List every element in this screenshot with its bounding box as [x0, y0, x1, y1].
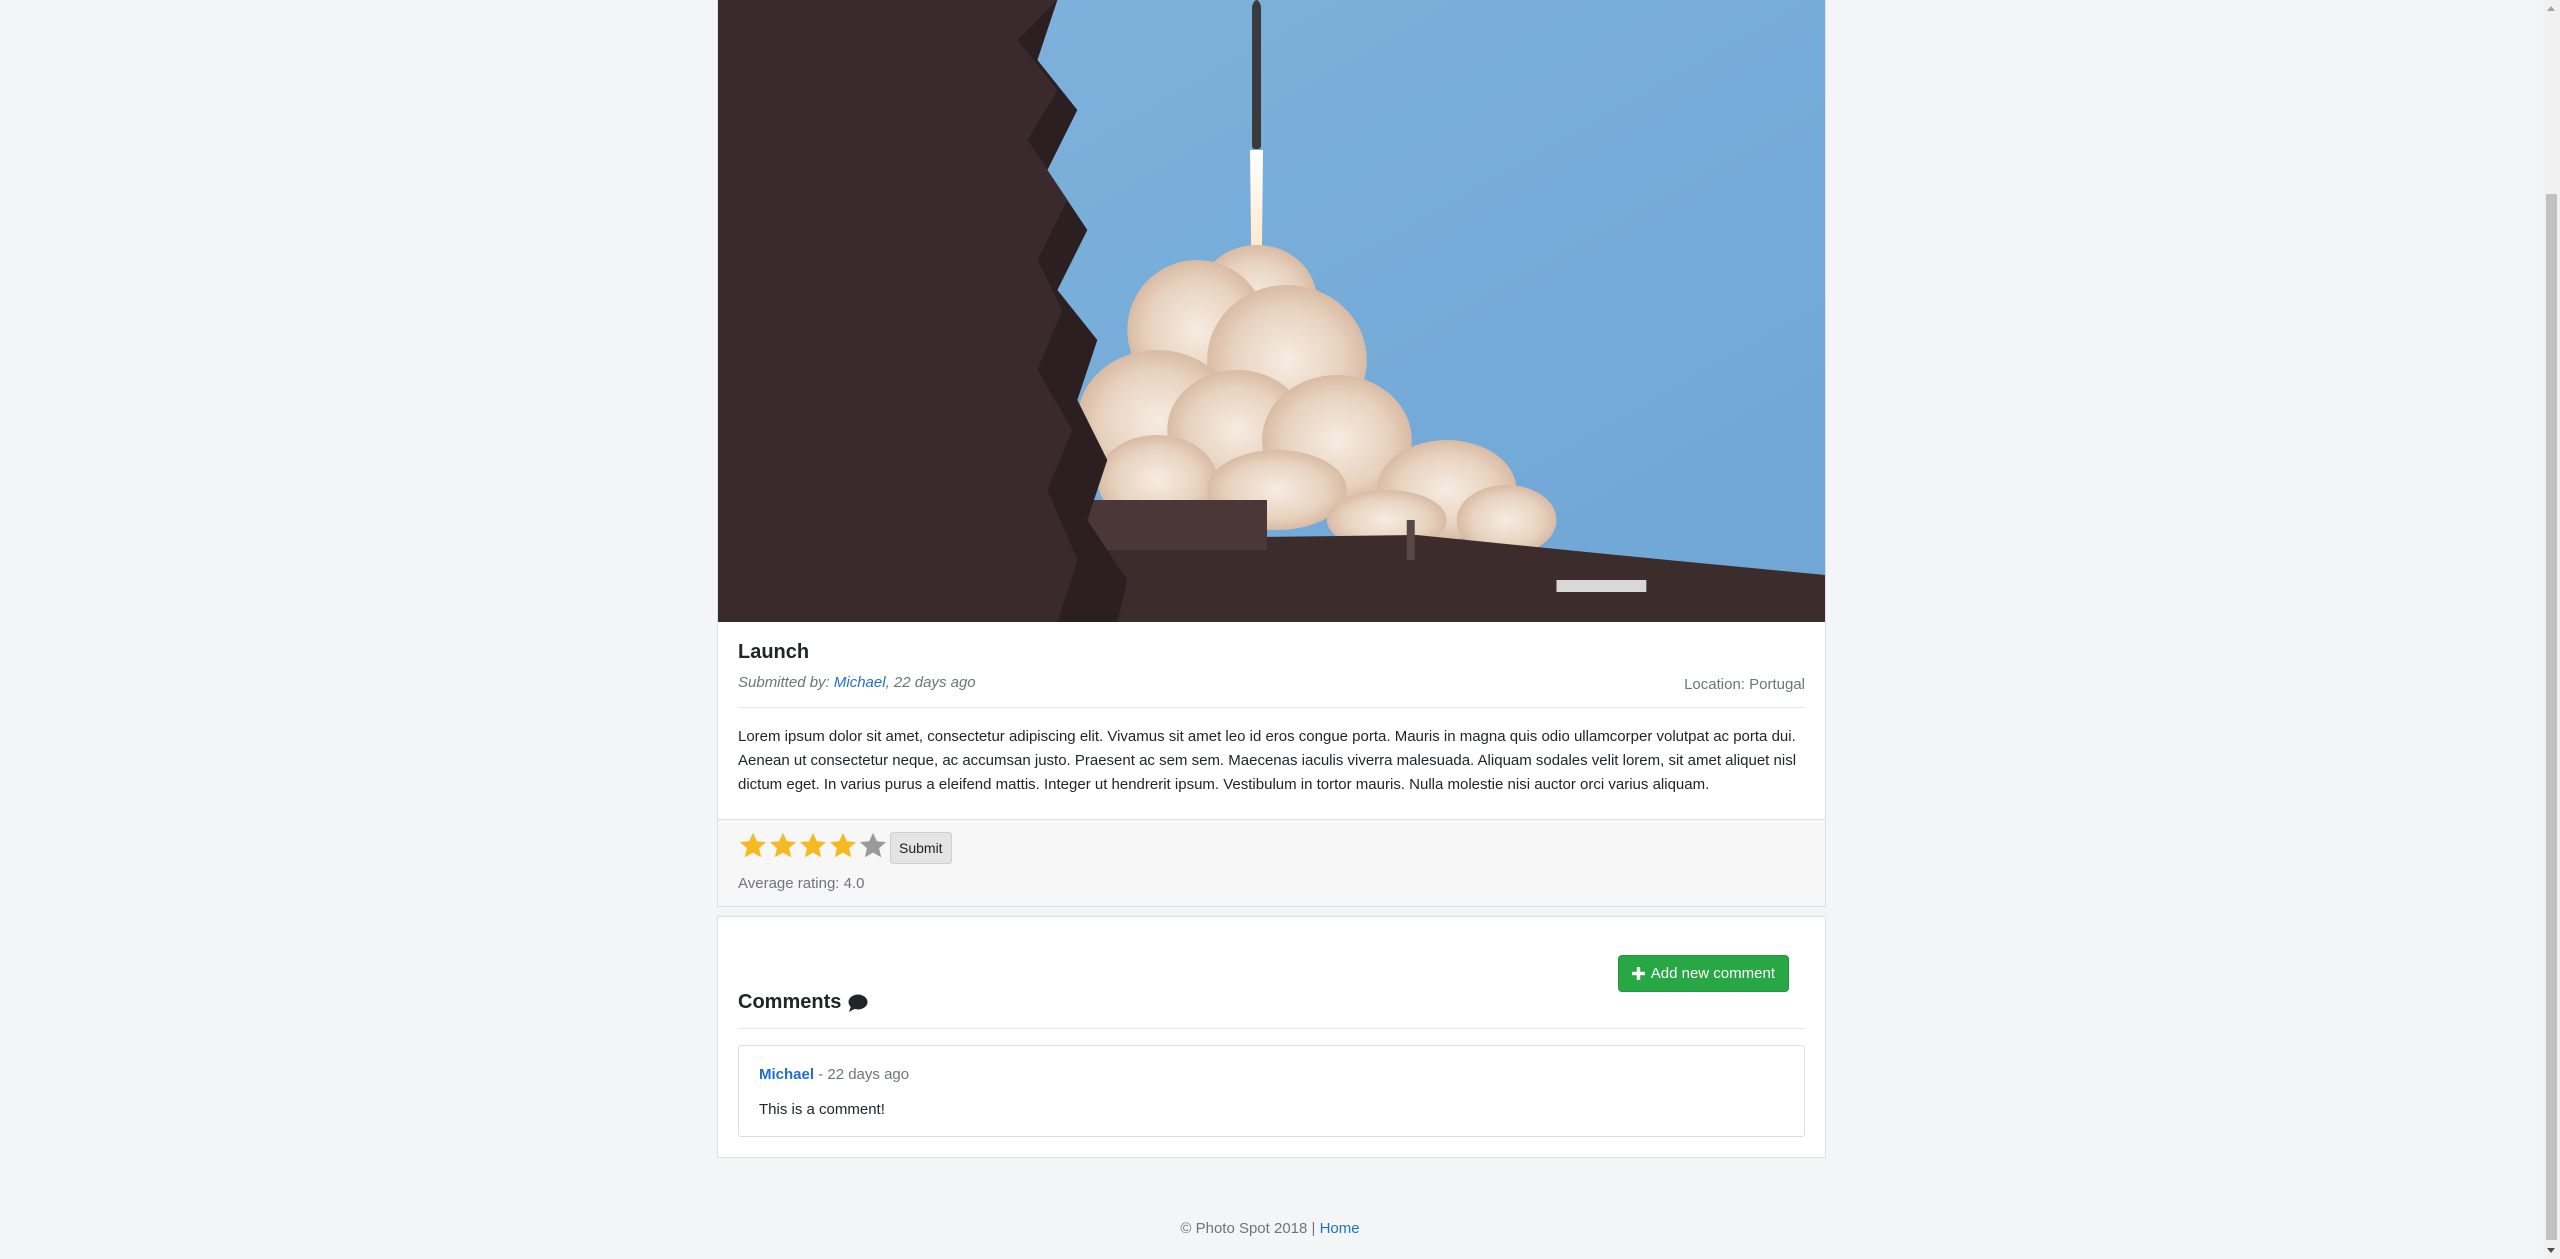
add-comment-button[interactable]: Add new comment — [1617, 955, 1789, 992]
star-icon-2[interactable] — [768, 831, 798, 861]
vertical-scrollbar[interactable] — [2543, 0, 2560, 1259]
photo-image — [718, 0, 1825, 622]
star-rating — [738, 831, 888, 866]
scroll-up-arrow-icon[interactable] — [2547, 6, 2555, 11]
footer-home-link[interactable]: Home — [1320, 1220, 1360, 1237]
comments-heading: Comments — [738, 991, 1805, 1029]
submit-rating-button[interactable]: Submit — [890, 832, 952, 864]
photo-title: Launch — [738, 641, 810, 663]
comment-time: - 22 days ago — [814, 1066, 910, 1083]
plus-icon — [1631, 967, 1645, 980]
comment-author-link[interactable]: Michael — [759, 1066, 814, 1083]
comment-text: This is a comment! — [759, 1101, 885, 1118]
page-footer: © Photo Spot 2018 | Home — [0, 1220, 2540, 1237]
title-row: Launch Submitted by: Michael, 22 days ag… — [738, 641, 1805, 708]
submitted-suffix: , 22 days ago — [885, 674, 976, 691]
comment-item: Michael - 22 days ago This is a comment! — [738, 1045, 1805, 1137]
photo-card: Launch Submitted by: Michael, 22 days ag… — [717, 0, 1826, 907]
footer-copyright: © Photo Spot 2018 | — [1180, 1220, 1320, 1237]
comments-heading-text: Comments — [738, 991, 842, 1013]
submitted-prefix: Submitted by: — [738, 674, 834, 691]
rating-section: Submit Average rating: 4.0 — [718, 819, 1825, 906]
page: Launch Submitted by: Michael, 22 days ag… — [0, 0, 2560, 1259]
speech-bubble-icon — [848, 994, 868, 1012]
main-container: Launch Submitted by: Michael, 22 days ag… — [717, 0, 1826, 1158]
submitted-by: Submitted by: Michael, 22 days ago — [738, 674, 1805, 708]
comment-list: Michael - 22 days ago This is a comment! — [738, 1045, 1805, 1137]
scroll-down-arrow-icon[interactable] — [2547, 1248, 2555, 1253]
star-icon-5[interactable] — [858, 831, 888, 861]
star-icon-3[interactable] — [798, 831, 828, 861]
author-link[interactable]: Michael — [834, 674, 886, 691]
rating-row: Submit — [738, 831, 1805, 865]
scrollbar-thumb[interactable] — [2546, 194, 2557, 1240]
comment-meta: Michael - 22 days ago — [759, 1066, 1784, 1083]
average-rating: Average rating: 4.0 — [738, 875, 865, 892]
add-comment-label: Add new comment — [1650, 965, 1775, 982]
star-icon-4[interactable] — [828, 831, 858, 861]
comments-card: Add new comment Comments Michael - 22 da… — [717, 916, 1826, 1158]
photo-location: Location: Portugal — [1684, 676, 1805, 693]
star-icon-1[interactable] — [738, 831, 768, 861]
photo-description: Lorem ipsum dolor sit amet, consectetur … — [738, 728, 1797, 793]
photo-details: Launch Submitted by: Michael, 22 days ag… — [718, 622, 1825, 819]
